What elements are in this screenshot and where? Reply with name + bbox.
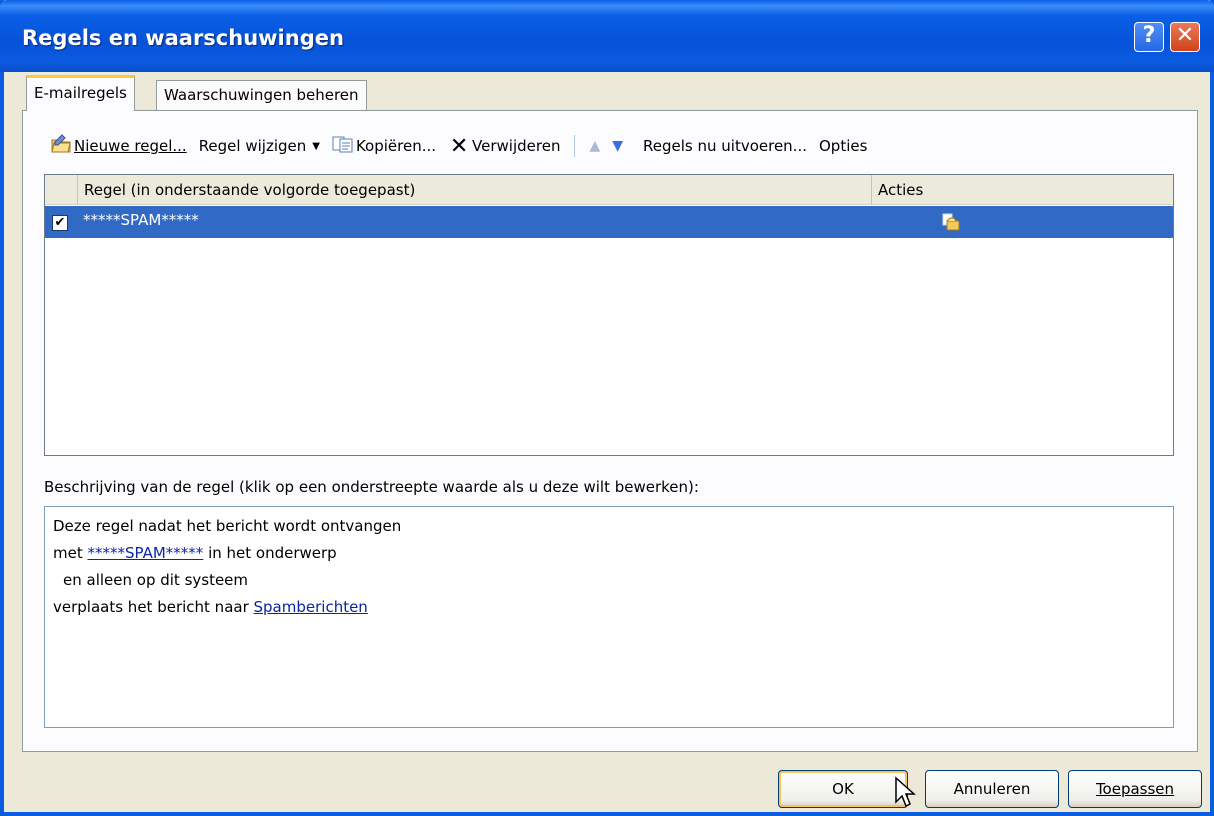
title-bar[interactable]: Regels en waarschuwingen ? ✕ xyxy=(0,0,1214,72)
rules-toolbar: Nieuwe regel... Regel wijzigen ▼ Kopiëre… xyxy=(44,132,873,160)
column-header-actions[interactable]: Acties xyxy=(871,175,1173,205)
description-text: verplaats het bericht naar xyxy=(53,598,254,616)
copy-rule-label: Kopiëren... xyxy=(355,137,437,155)
move-up-button[interactable]: ▲ xyxy=(583,132,606,160)
run-rules-label: Regels nu uitvoeren... xyxy=(643,137,807,155)
change-rule-label: Regel wijzigen xyxy=(198,137,307,155)
tab-email-rules[interactable]: E-mailregels xyxy=(26,75,135,111)
arrow-up-icon: ▲ xyxy=(589,138,601,154)
cancel-button[interactable]: Annuleren xyxy=(925,770,1059,808)
target-folder-link[interactable]: Spamberichten xyxy=(254,598,368,616)
mouse-cursor-icon xyxy=(895,776,916,808)
options-button[interactable]: Opties xyxy=(813,132,873,160)
rule-description-label-text: Beschrijving van de regel (klik op een o… xyxy=(44,478,699,496)
delete-rule-label: Verwijderen xyxy=(472,137,561,155)
rule-enabled-checkbox[interactable]: ✔ xyxy=(52,215,68,231)
description-text: en alleen op dit systeem xyxy=(63,571,249,589)
description-text: met xyxy=(53,544,88,562)
delete-rule-button[interactable]: ✕ Verwijderen xyxy=(442,132,566,160)
copy-rule-button[interactable]: Kopiëren... xyxy=(326,132,442,160)
arrow-down-icon: ▼ xyxy=(612,138,624,154)
move-to-folder-icon xyxy=(941,212,961,232)
copy-icon xyxy=(332,135,354,157)
dialog-title: Regels en waarschuwingen xyxy=(22,26,344,50)
run-rules-button[interactable]: Regels nu uitvoeren... xyxy=(637,132,813,160)
tab-manage-alerts[interactable]: Waarschuwingen beheren xyxy=(156,80,367,111)
new-rule-button[interactable]: Nieuwe regel... xyxy=(44,132,193,160)
rule-row[interactable]: ✔ *****SPAM***** xyxy=(45,206,1173,238)
apply-label: Toepassen xyxy=(1095,780,1175,798)
close-button[interactable]: ✕ xyxy=(1170,22,1200,52)
ok-button[interactable]: OK xyxy=(778,770,908,808)
description-text: in het onderwerp xyxy=(203,544,337,562)
rule-description-label: Beschrijving van de regel (klik op een o… xyxy=(44,478,699,496)
description-line: en alleen op dit systeem xyxy=(53,567,1165,594)
column-header-rule[interactable]: Regel (in onderstaande volgorde toegepas… xyxy=(77,175,871,205)
move-down-button[interactable]: ▼ xyxy=(606,132,629,160)
apply-button[interactable]: Toepassen xyxy=(1068,770,1202,808)
change-rule-button[interactable]: Regel wijzigen ▼ xyxy=(193,132,326,160)
description-line: met *****SPAM***** in het onderwerp xyxy=(53,540,1165,567)
new-rule-label: Nieuwe regel... xyxy=(74,137,187,155)
chevron-down-icon: ▼ xyxy=(312,140,320,152)
rules-list-header: Regel (in onderstaande volgorde toegepas… xyxy=(45,175,1173,205)
options-label: Opties xyxy=(819,137,868,155)
rules-list[interactable]: Regel (in onderstaande volgorde toegepas… xyxy=(44,174,1174,456)
delete-icon: ✕ xyxy=(449,133,469,159)
rule-name: *****SPAM***** xyxy=(83,211,199,229)
toolbar-separator xyxy=(574,135,576,157)
subject-words-link[interactable]: *****SPAM***** xyxy=(88,544,204,562)
help-button[interactable]: ? xyxy=(1134,22,1164,52)
rule-description-box: Deze regel nadat het bericht wordt ontva… xyxy=(44,506,1174,728)
description-line: verplaats het bericht naar Spamberichten xyxy=(53,594,1165,621)
description-line: Deze regel nadat het bericht wordt ontva… xyxy=(53,517,402,535)
new-rule-icon xyxy=(50,134,72,158)
